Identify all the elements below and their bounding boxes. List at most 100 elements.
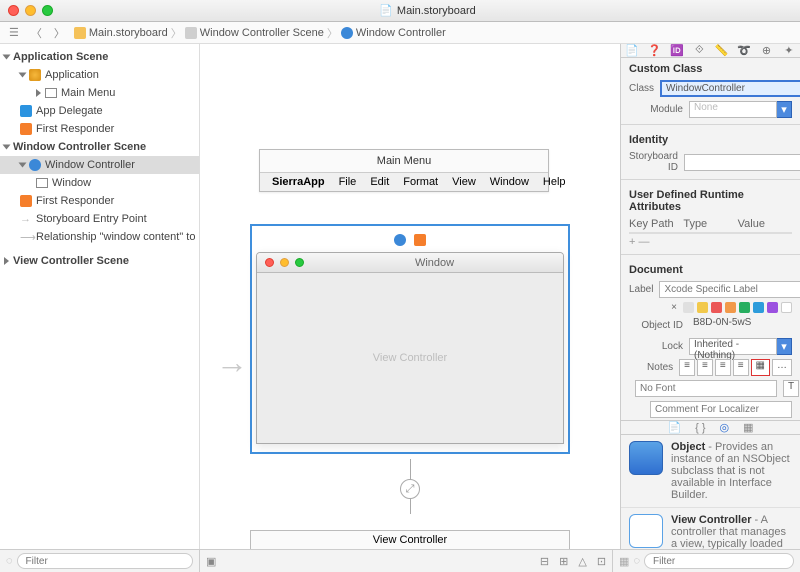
library-filter-input[interactable] (644, 553, 794, 569)
color-swatches[interactable] (683, 302, 792, 313)
window-frame[interactable]: Window View Controller (256, 252, 564, 444)
traffic-lights (8, 5, 53, 16)
app-delegate-node[interactable]: App Delegate (0, 102, 199, 120)
scene-app[interactable]: Application Scene (0, 48, 199, 66)
chevron-right-icon: 〉 (171, 25, 182, 41)
scene-view[interactable]: View Controller Scene (0, 252, 199, 270)
responder-icon[interactable] (414, 234, 426, 246)
udra-header: User Defined Runtime Attributes (621, 184, 800, 216)
align-right-icon[interactable]: ≡ (715, 359, 731, 376)
breadcrumb-controller[interactable]: Window Controller (356, 27, 446, 39)
media-library-tab[interactable]: ▦ (743, 421, 753, 434)
toggle-outline-button[interactable]: ▣ (206, 555, 216, 568)
help-inspector-tab[interactable]: ❓ (643, 44, 665, 57)
menu-item[interactable]: SierraApp (272, 176, 325, 188)
file-inspector-tab[interactable]: 📄 (621, 44, 643, 57)
menu-item[interactable]: File (339, 176, 357, 188)
object-library-tab[interactable]: ◎ (720, 421, 730, 434)
main-menu-node[interactable]: Main Menu (0, 84, 199, 102)
custom-class-header: Custom Class (621, 58, 800, 78)
inspector-panel: 📄 ❓ 🆔 ⟐ 📏 ➰ ⊕ ✦ Custom Class Class ▾ Mod… (620, 44, 800, 549)
chevron-down-icon[interactable] (3, 55, 11, 60)
identity-inspector-tab[interactable]: 🆔 (666, 44, 688, 57)
zoom-icon[interactable] (42, 5, 53, 16)
chevron-down-icon[interactable] (19, 163, 27, 168)
entry-point-node[interactable]: →Storyboard Entry Point (0, 210, 199, 228)
window-controller-node[interactable]: Window Controller (0, 156, 199, 174)
vc-title: View Controller (373, 534, 447, 546)
relationship-node[interactable]: ⟶Relationship "window content" to "... (0, 228, 199, 246)
view-controller-preview[interactable]: View Controller (250, 530, 570, 549)
breadcrumb-scene[interactable]: Window Controller Scene (200, 27, 324, 39)
effects-inspector-tab[interactable]: ✦ (778, 44, 800, 57)
snippet-tab[interactable]: { } (695, 422, 705, 434)
menu-item[interactable]: Help (543, 176, 566, 188)
class-field[interactable] (660, 80, 800, 97)
outline-filter-input[interactable] (17, 553, 193, 569)
size-inspector-tab[interactable]: 📏 (711, 44, 733, 57)
menu-item[interactable]: Edit (370, 176, 389, 188)
forward-button[interactable]: 〉 (51, 25, 68, 41)
embed-icon[interactable]: ⊡ (597, 555, 606, 568)
first-responder-node[interactable]: First Responder (0, 120, 199, 138)
font-field[interactable] (635, 380, 777, 397)
label-field[interactable] (659, 281, 800, 298)
breadcrumb[interactable]: Main.storyboard 〉 Window Controller Scen… (74, 25, 446, 41)
menu-scene-preview[interactable]: Main Menu SierraApp File Edit Format Vie… (259, 149, 549, 192)
menu-item[interactable]: Window (490, 176, 529, 188)
pin-icon[interactable]: ⊞ (559, 555, 568, 568)
chevron-down-icon[interactable] (19, 73, 27, 78)
file-template-tab[interactable]: 📄 (667, 421, 681, 434)
identity-header: Identity (621, 129, 800, 149)
window-node[interactable]: Window (0, 174, 199, 192)
font-picker-icon[interactable]: T (783, 380, 799, 397)
window-scene-preview[interactable]: Window View Controller (250, 224, 570, 454)
storyboard-canvas[interactable]: Main Menu SierraApp File Edit Format Vie… (200, 44, 620, 549)
udra-add-remove[interactable]: + — (621, 234, 800, 250)
controller-icon[interactable] (394, 234, 406, 246)
align-left-icon[interactable]: ≡ (679, 359, 695, 376)
menu-item[interactable]: Format (403, 176, 438, 188)
related-icon[interactable]: ☰ (6, 26, 22, 39)
chevron-down-icon[interactable]: ▾ (777, 101, 792, 118)
lock-field[interactable]: Inherited - (Nothing) (689, 338, 777, 355)
entry-point-arrow[interactable]: → (216, 344, 248, 381)
window-icon (36, 178, 48, 188)
breadcrumb-file[interactable]: Main.storyboard (89, 27, 168, 39)
scene-window[interactable]: Window Controller Scene (0, 138, 199, 156)
resolve-icon[interactable]: △ (578, 555, 586, 568)
minimize-icon[interactable] (25, 5, 36, 16)
align-justify-icon[interactable]: ≡ (733, 359, 749, 376)
chevron-down-icon[interactable]: ▾ (777, 338, 792, 355)
segue-icon[interactable]: ⤢ (400, 479, 420, 499)
color-icon[interactable]: ▦ (751, 359, 770, 376)
menu-item[interactable]: View (452, 176, 476, 188)
menu-bar: SierraApp File Edit Format View Window H… (260, 172, 548, 191)
chevron-down-icon[interactable] (3, 145, 11, 150)
chevron-right-icon[interactable] (4, 257, 9, 265)
controller-icon (29, 159, 41, 171)
jump-bar: ☰ 〈 〉 Main.storyboard 〉 Window Controlle… (0, 22, 800, 44)
app-icon (29, 69, 41, 81)
module-field[interactable]: None (689, 101, 777, 118)
align-center-icon[interactable]: ≡ (697, 359, 713, 376)
chevron-right-icon[interactable] (36, 89, 41, 97)
more-icon[interactable]: … (772, 359, 792, 376)
library-item-object[interactable]: Object - Provides an instance of an NSOb… (621, 435, 800, 508)
library-item-viewcontroller[interactable]: View Controller - A controller that mana… (621, 508, 800, 549)
bindings-inspector-tab[interactable]: ⊕ (755, 44, 777, 57)
x-label: × (629, 302, 677, 313)
close-icon[interactable] (8, 5, 19, 16)
objectid-value: B8D-0N-5wS (689, 317, 792, 334)
back-button[interactable]: 〈 (28, 25, 45, 41)
grid-icon[interactable]: ▦ (619, 555, 629, 568)
attributes-inspector-tab[interactable]: ⟐ (688, 44, 710, 57)
comment-field[interactable] (650, 401, 792, 418)
storyboard-id-field[interactable] (684, 154, 800, 171)
window-title: Main.storyboard (63, 4, 792, 17)
align-icon[interactable]: ⊟ (540, 555, 549, 568)
connections-inspector-tab[interactable]: ➰ (733, 44, 755, 57)
scene-icon (185, 27, 197, 39)
application-node[interactable]: Application (0, 66, 199, 84)
first-responder-node[interactable]: First Responder (0, 192, 199, 210)
